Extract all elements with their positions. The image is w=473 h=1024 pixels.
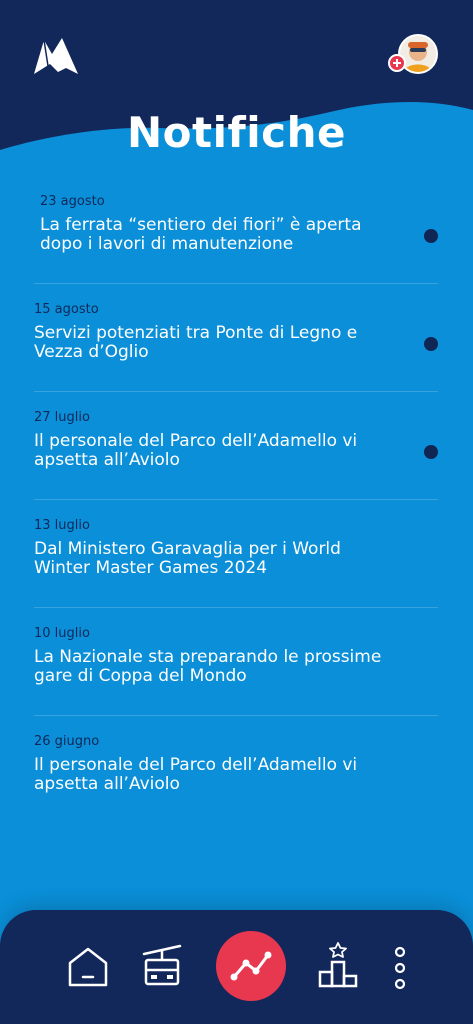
- notification-item[interactable]: 23 agosto La ferrata “sentiero dei fiori…: [0, 176, 473, 284]
- notification-item[interactable]: 15 agosto Servizi potenziati tra Ponte d…: [0, 284, 473, 392]
- profile-button[interactable]: [388, 32, 440, 78]
- notification-text: Il personale del Parco dell’Adamello vi …: [34, 755, 358, 794]
- notification-date: 10 luglio: [34, 626, 90, 641]
- mountain-logo-icon[interactable]: [32, 34, 80, 76]
- notification-text: Servizi potenziati tra Ponte di Legno e …: [34, 323, 358, 362]
- notification-item[interactable]: 10 luglio La Nazionale sta preparando le…: [0, 608, 473, 716]
- notification-text: Dal Ministero Garavaglia per i World Win…: [34, 539, 341, 578]
- notification-date: 27 luglio: [34, 410, 90, 425]
- unread-dot-icon: [424, 229, 438, 243]
- notification-text: La ferrata “sentiero dei fiori” è aperta…: [40, 215, 362, 254]
- cable-car-icon[interactable]: [142, 944, 182, 988]
- notification-date: 15 agosto: [34, 302, 99, 317]
- notification-text: La Nazionale sta preparando le prossime …: [34, 647, 382, 686]
- home-icon[interactable]: [67, 946, 109, 988]
- more-icon[interactable]: [392, 946, 408, 990]
- notification-date: 23 agosto: [40, 194, 105, 209]
- notification-list: 23 agosto La ferrata “sentiero dei fiori…: [0, 176, 473, 824]
- stats-button[interactable]: [216, 931, 286, 1001]
- notification-item[interactable]: 26 giugno Il personale del Parco dell’Ad…: [0, 716, 473, 824]
- notification-date: 13 luglio: [34, 518, 90, 533]
- notification-item[interactable]: 13 luglio Dal Ministero Garavaglia per i…: [0, 500, 473, 608]
- stats-icon: [230, 951, 272, 981]
- page-title: Notifiche: [127, 108, 346, 157]
- notification-date: 26 giugno: [34, 734, 100, 749]
- notification-item[interactable]: 27 luglio Il personale del Parco dell’Ad…: [0, 392, 473, 500]
- add-account-icon[interactable]: [388, 54, 406, 72]
- unread-dot-icon: [424, 445, 438, 459]
- unread-dot-icon: [424, 337, 438, 351]
- notification-text: Il personale del Parco dell’Adamello vi …: [34, 431, 358, 470]
- podium-icon[interactable]: [318, 942, 358, 988]
- header-background: [0, 0, 473, 150]
- bottom-navigation: [0, 910, 473, 1024]
